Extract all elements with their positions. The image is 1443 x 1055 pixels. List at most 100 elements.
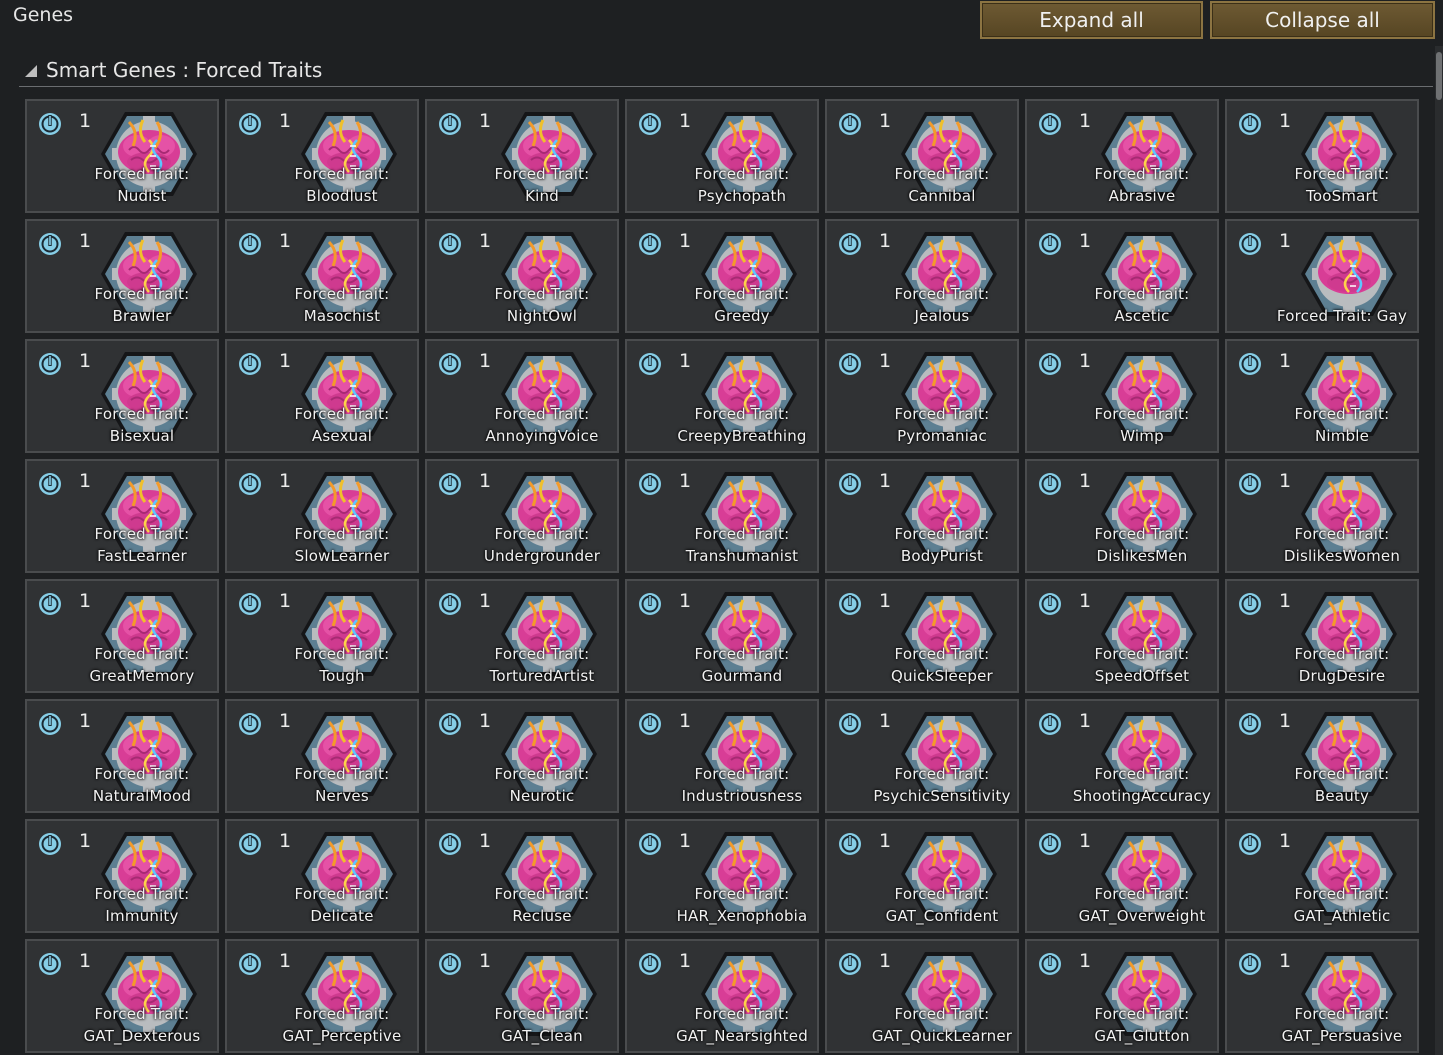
gene-card[interactable]: 1 Forced Trait: Pyromaniac xyxy=(825,339,1019,453)
metabolism-efficiency-icon xyxy=(1238,592,1262,616)
gene-metabolism-cost: 1 xyxy=(1279,110,1292,132)
gene-card[interactable]: 1 Forced Trait: GAT_Athletic xyxy=(1225,819,1419,933)
gene-card[interactable]: 1 Forced Trait: Immunity xyxy=(25,819,219,933)
gene-card[interactable]: 1 Forced Trait: Neurotic xyxy=(425,699,619,813)
gene-card[interactable]: 1 Forced Trait: Greedy xyxy=(625,219,819,333)
collapse-all-button[interactable]: Collapse all xyxy=(1210,1,1435,39)
gene-label-name: Forced Trait: Gay xyxy=(1276,307,1408,325)
gene-card[interactable]: 1 Forced Trait: Tough xyxy=(225,579,419,693)
gene-card[interactable]: 1 Forced Trait: ShootingAccuracy xyxy=(1025,699,1219,813)
scrollbar-track[interactable] xyxy=(1435,46,1443,1055)
gene-card[interactable]: 1 Forced Trait: GreatMemory xyxy=(25,579,219,693)
gene-label: Forced Trait: Jealous xyxy=(867,283,1017,327)
gene-card[interactable]: 1 Forced Trait: GAT_Confident xyxy=(825,819,1019,933)
gene-card[interactable]: 1 Forced Trait: FastLearner xyxy=(25,459,219,573)
gene-card[interactable]: 1 Forced Trait: PsychicSensitivity xyxy=(825,699,1019,813)
gene-card[interactable]: 1 Forced Trait: Cannibal xyxy=(825,99,1019,213)
gene-label: Forced Trait: DislikesWomen xyxy=(1267,523,1417,567)
gene-card[interactable]: 1 Forced Trait: Masochist xyxy=(225,219,419,333)
gene-card[interactable]: 1 Forced Trait: HAR_Xenophobia xyxy=(625,819,819,933)
gene-label: Forced Trait: GreatMemory xyxy=(67,643,217,687)
gene-card[interactable]: 1 Forced Trait: Bloodlust xyxy=(225,99,419,213)
gene-card[interactable]: 1 Forced Trait: GAT_Perceptive xyxy=(225,939,419,1053)
window-title: Genes xyxy=(13,4,74,26)
gene-metabolism-cost: 1 xyxy=(1079,350,1092,372)
collapse-triangle-icon[interactable] xyxy=(25,65,37,77)
gene-card[interactable]: 1 Forced Trait: TooSmart xyxy=(1225,99,1419,213)
gene-card[interactable]: 1 Forced Trait: BodyPurist xyxy=(825,459,1019,573)
gene-card[interactable]: 1 Forced Trait: Ascetic xyxy=(1025,219,1219,333)
gene-card[interactable]: 1 Forced Trait: NightOwl xyxy=(425,219,619,333)
gene-card[interactable]: 1 Forced Trait: Gay xyxy=(1225,219,1419,333)
gene-card[interactable]: 1 Forced Trait: TorturedArtist xyxy=(425,579,619,693)
gene-label-name: GAT_Persuasive xyxy=(1281,1027,1403,1045)
gene-card[interactable]: 1 Forced Trait: Asexual xyxy=(225,339,419,453)
gene-label: Forced Trait: Bisexual xyxy=(67,403,217,447)
gene-metabolism-cost: 1 xyxy=(679,470,692,492)
gene-label: Forced Trait: DrugDesire xyxy=(1267,643,1417,687)
gene-card[interactable]: 1 Forced Trait: DislikesWomen xyxy=(1225,459,1419,573)
gene-card[interactable]: 1 Forced Trait: Gourmand xyxy=(625,579,819,693)
metabolism-efficiency-icon xyxy=(238,712,262,736)
gene-card[interactable]: 1 Forced Trait: DrugDesire xyxy=(1225,579,1419,693)
metabolism-efficiency-icon xyxy=(38,592,62,616)
gene-card[interactable]: 1 Forced Trait: Nudist xyxy=(25,99,219,213)
section-header-forced-traits[interactable]: Smart Genes : Forced Traits xyxy=(19,54,1433,87)
gene-card[interactable]: 1 Forced Trait: GAT_Clean xyxy=(425,939,619,1053)
gene-card[interactable]: 1 Forced Trait: CreepyBreathing xyxy=(625,339,819,453)
gene-label-prefix: Forced Trait: xyxy=(1294,1005,1390,1023)
gene-label-name: NightOwl xyxy=(506,307,578,325)
gene-card[interactable]: 1 Forced Trait: Industriousness xyxy=(625,699,819,813)
gene-label-prefix: Forced Trait: xyxy=(494,165,590,183)
gene-card[interactable]: 1 Forced Trait: Nerves xyxy=(225,699,419,813)
gene-metabolism-cost: 1 xyxy=(1279,590,1292,612)
metabolism-efficiency-icon xyxy=(1038,592,1062,616)
gene-label-name: Beauty xyxy=(1314,787,1370,805)
gene-label: Forced Trait: Tough xyxy=(267,643,417,687)
gene-card[interactable]: 1 Forced Trait: Kind xyxy=(425,99,619,213)
expand-all-button[interactable]: Expand all xyxy=(980,1,1203,39)
scrollbar-thumb[interactable] xyxy=(1436,52,1442,100)
collapse-all-label: Collapse all xyxy=(1265,8,1380,32)
gene-label-prefix: Forced Trait: xyxy=(894,405,990,423)
metabolism-efficiency-icon xyxy=(838,592,862,616)
gene-label: Forced Trait: Asexual xyxy=(267,403,417,447)
gene-metabolism-cost: 1 xyxy=(1279,230,1292,252)
gene-label: Forced Trait: Gay xyxy=(1267,305,1417,327)
metabolism-efficiency-icon xyxy=(238,832,262,856)
gene-card[interactable]: 1 Forced Trait: GAT_Nearsighted xyxy=(625,939,819,1053)
gene-card[interactable]: 1 Forced Trait: GAT_Glutton xyxy=(1025,939,1219,1053)
gene-label: Forced Trait: DislikesMen xyxy=(1067,523,1217,567)
gene-label-name: Asexual xyxy=(311,427,373,445)
gene-card[interactable]: 1 Forced Trait: SlowLearner xyxy=(225,459,419,573)
gene-label-name: GAT_Confident xyxy=(885,907,999,925)
gene-card[interactable]: 1 Forced Trait: NaturalMood xyxy=(25,699,219,813)
gene-label-name: Kind xyxy=(525,187,559,205)
gene-card[interactable]: 1 Forced Trait: Jealous xyxy=(825,219,1019,333)
gene-card[interactable]: 1 Forced Trait: QuickSleeper xyxy=(825,579,1019,693)
gene-card[interactable]: 1 Forced Trait: Transhumanist xyxy=(625,459,819,573)
gene-card[interactable]: 1 Forced Trait: Nimble xyxy=(1225,339,1419,453)
gene-card[interactable]: 1 Forced Trait: SpeedOffset xyxy=(1025,579,1219,693)
gene-card[interactable]: 1 Forced Trait: Bisexual xyxy=(25,339,219,453)
gene-card[interactable]: 1 Forced Trait: Beauty xyxy=(1225,699,1419,813)
gene-label-prefix: Forced Trait: xyxy=(494,285,590,303)
gene-label-name: NaturalMood xyxy=(92,787,192,805)
gene-card[interactable]: 1 Forced Trait: Wimp xyxy=(1025,339,1219,453)
gene-card[interactable]: 1 Forced Trait: GAT_Overweight xyxy=(1025,819,1219,933)
gene-card[interactable]: 1 Forced Trait: DislikesMen xyxy=(1025,459,1219,573)
gene-card[interactable]: 1 Forced Trait: AnnoyingVoice xyxy=(425,339,619,453)
gene-card[interactable]: 1 Forced Trait: Abrasive xyxy=(1025,99,1219,213)
gene-card[interactable]: 1 Forced Trait: GAT_Dexterous xyxy=(25,939,219,1053)
gene-card[interactable]: 1 Forced Trait: Brawler xyxy=(25,219,219,333)
gene-card[interactable]: 1 Forced Trait: Recluse xyxy=(425,819,619,933)
gene-card[interactable]: 1 Forced Trait: GAT_QuickLearner xyxy=(825,939,1019,1053)
gene-card[interactable]: 1 Forced Trait: Psychopath xyxy=(625,99,819,213)
gene-label-prefix: Forced Trait: xyxy=(294,885,390,903)
gene-card[interactable]: 1 Forced Trait: GAT_Persuasive xyxy=(1225,939,1419,1053)
gene-card[interactable]: 1 Forced Trait: Undergrounder xyxy=(425,459,619,573)
metabolism-efficiency-icon xyxy=(438,832,462,856)
gene-label-prefix: Forced Trait: xyxy=(294,1005,390,1023)
gene-label-prefix: Forced Trait: xyxy=(94,525,190,543)
gene-card[interactable]: 1 Forced Trait: Delicate xyxy=(225,819,419,933)
